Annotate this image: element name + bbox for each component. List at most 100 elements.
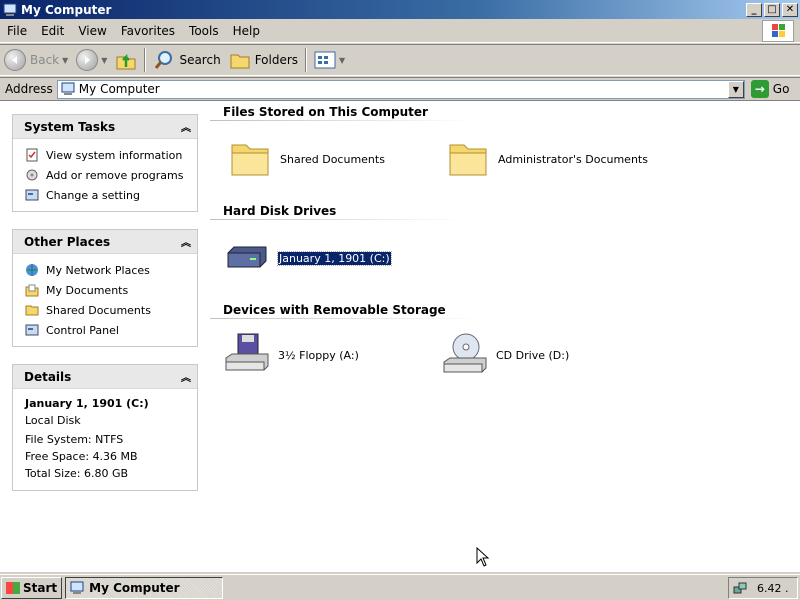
item-administrators-documents[interactable]: Administrator's Documents xyxy=(444,139,648,179)
network-tray-icon[interactable] xyxy=(733,581,747,595)
taskbar-window-my-computer[interactable]: My Computer xyxy=(65,576,224,599)
back-dropdown-icon[interactable]: ▼ xyxy=(62,56,68,65)
go-button[interactable]: → Go xyxy=(750,80,790,98)
back-icon xyxy=(4,49,26,71)
taskbar: Start My Computer 6.42 . xyxy=(0,574,800,600)
menu-edit[interactable]: Edit xyxy=(34,24,71,38)
item-label: January 1, 1901 (C:) xyxy=(277,250,392,266)
place-control-panel[interactable]: Control Panel xyxy=(24,320,197,340)
system-tasks-header[interactable]: System Tasks ︽ xyxy=(13,115,197,139)
task-view-system-information[interactable]: View system information xyxy=(24,145,197,165)
collapse-icon[interactable]: ︽ xyxy=(181,234,191,249)
up-button[interactable] xyxy=(111,47,141,73)
computer-icon xyxy=(3,3,17,16)
place-label: Control Panel xyxy=(46,323,119,337)
menu-tools[interactable]: Tools xyxy=(182,24,226,38)
folders-button[interactable]: Folders xyxy=(225,47,302,73)
details-file-system: File System: NTFS xyxy=(25,433,124,446)
search-button[interactable]: Search xyxy=(149,47,224,73)
folder-icon xyxy=(444,139,492,179)
clock: 6.42 . xyxy=(757,581,789,595)
task-add-remove-programs[interactable]: Add or remove programs xyxy=(24,165,197,185)
item-shared-documents[interactable]: Shared Documents xyxy=(226,139,385,179)
task-label: View system information xyxy=(46,148,183,162)
task-label: Change a setting xyxy=(46,188,140,202)
forward-button[interactable]: ▼ xyxy=(72,47,111,73)
details-type: Local Disk xyxy=(25,414,81,427)
toolbar-separator xyxy=(305,48,308,72)
place-my-network-places[interactable]: My Network Places xyxy=(24,260,197,280)
address-label: Address xyxy=(5,82,53,96)
address-input[interactable]: My Computer ▼ xyxy=(56,79,745,99)
search-icon xyxy=(155,51,173,69)
task-change-setting[interactable]: Change a setting xyxy=(24,185,197,205)
group-title-hard-disk-drives: Hard Disk Drives xyxy=(223,204,337,218)
search-label: Search xyxy=(179,53,221,67)
pane-title: Other Places xyxy=(24,234,111,249)
item-label: 3½ Floppy (A:) xyxy=(278,348,359,362)
folders-icon xyxy=(230,54,250,69)
start-label: Start xyxy=(23,580,58,595)
group-divider xyxy=(210,219,465,220)
windows-logo-icon xyxy=(762,20,794,42)
item-floppy-a[interactable]: 3½ Floppy (A:) xyxy=(224,333,359,375)
details-header[interactable]: Details ︽ xyxy=(13,365,197,389)
views-icon xyxy=(314,51,336,69)
menu-file[interactable]: File xyxy=(0,24,34,38)
collapse-icon[interactable]: ︽ xyxy=(181,119,191,134)
place-label: My Network Places xyxy=(46,263,150,277)
go-label: Go xyxy=(772,82,790,96)
toolbar: Back ▼ ▼ Search Folders ▼ xyxy=(0,44,800,76)
minimize-button[interactable]: _ xyxy=(746,2,762,17)
item-label: CD Drive (D:) xyxy=(496,348,570,362)
menu-help[interactable]: Help xyxy=(226,24,267,38)
other-places-header[interactable]: Other Places ︽ xyxy=(13,230,197,254)
views-button[interactable]: ▼ xyxy=(310,47,349,73)
menu-view[interactable]: View xyxy=(71,24,113,38)
maximize-button[interactable]: □ xyxy=(764,2,780,17)
main-content: System Tasks ︽ View system information A… xyxy=(0,100,800,572)
group-title-removable-storage: Devices with Removable Storage xyxy=(223,303,446,317)
details-total-size: Total Size: 6.80 GB xyxy=(25,467,129,480)
place-shared-documents[interactable]: Shared Documents xyxy=(24,300,197,320)
item-local-disk-c[interactable]: January 1, 1901 (C:) xyxy=(224,238,392,278)
my-documents-icon xyxy=(24,282,40,298)
other-places-pane: Other Places ︽ My Network Places My Docu… xyxy=(12,229,198,347)
menu-favorites[interactable]: Favorites xyxy=(114,24,182,38)
computer-icon xyxy=(61,82,75,95)
details-pane: Details ︽ January 1, 1901 (C:) Local Dis… xyxy=(12,364,198,491)
back-button[interactable]: Back ▼ xyxy=(0,47,72,73)
start-button[interactable]: Start xyxy=(1,576,63,599)
place-my-documents[interactable]: My Documents xyxy=(24,280,197,300)
pane-title: Details xyxy=(24,369,72,384)
menu-bar: File Edit View Favorites Tools Help xyxy=(0,19,800,43)
place-label: Shared Documents xyxy=(46,303,151,317)
computer-icon xyxy=(70,581,84,594)
forward-icon xyxy=(76,49,99,71)
item-cd-drive-d[interactable]: CD Drive (D:) xyxy=(442,333,570,375)
details-name: January 1, 1901 (C:) xyxy=(25,397,149,410)
item-label: Shared Documents xyxy=(280,152,385,166)
window-title: My Computer xyxy=(21,2,112,17)
folders-label: Folders xyxy=(254,53,299,67)
back-label: Back xyxy=(30,53,60,67)
address-dropdown-icon[interactable]: ▼ xyxy=(727,80,744,98)
close-button[interactable]: ✕ xyxy=(782,2,798,17)
system-tasks-pane: System Tasks ︽ View system information A… xyxy=(12,114,198,212)
folder-icon xyxy=(24,302,40,318)
forward-dropdown-icon[interactable]: ▼ xyxy=(101,56,107,65)
pane-title: System Tasks xyxy=(24,119,116,134)
add-remove-programs-icon xyxy=(24,167,40,183)
toolbar-separator xyxy=(144,48,147,72)
details-free-space: Free Space: 4.36 MB xyxy=(25,450,138,463)
control-panel-icon xyxy=(24,322,40,338)
collapse-icon[interactable]: ︽ xyxy=(181,369,191,384)
views-dropdown-icon[interactable]: ▼ xyxy=(339,56,345,65)
address-value: My Computer xyxy=(78,82,160,96)
cd-drive-icon xyxy=(442,333,490,375)
address-bar: Address My Computer ▼ → Go xyxy=(0,77,800,100)
taskbar-window-label: My Computer xyxy=(89,580,180,595)
item-label: Administrator's Documents xyxy=(498,152,648,166)
hard-drive-icon xyxy=(224,238,272,278)
group-divider xyxy=(210,120,472,121)
